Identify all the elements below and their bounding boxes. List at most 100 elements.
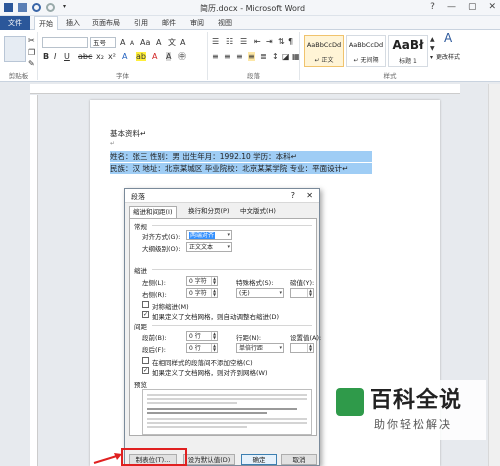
tab-asian-typography[interactable]: 中文版式(H) <box>237 206 279 218</box>
special-indent-select[interactable]: (无) ▾ <box>236 288 284 298</box>
tab-view[interactable]: 视图 <box>214 16 236 30</box>
tab-references[interactable]: 引用 <box>130 16 152 30</box>
mirror-indents-checkbox[interactable] <box>142 301 149 308</box>
line-spacing-select[interactable]: 单倍行距 ▾ <box>236 343 284 353</box>
clear-format-icon[interactable]: A <box>156 38 161 47</box>
font-name-box[interactable] <box>42 37 88 48</box>
highlight-icon[interactable]: ab <box>136 52 146 61</box>
align-center-icon[interactable]: ≡ <box>224 52 231 61</box>
tab-mailings[interactable]: 邮件 <box>158 16 180 30</box>
vertical-scrollbar[interactable] <box>488 84 500 466</box>
change-styles-label[interactable]: 更改样式 <box>436 52 460 61</box>
borders-icon[interactable]: ▦ <box>292 52 300 61</box>
copy-icon[interactable]: ❐ <box>28 48 35 57</box>
space-after-input[interactable]: 0 行 ▲ ▼ <box>186 343 218 353</box>
undo-icon[interactable] <box>32 3 41 12</box>
vertical-ruler[interactable] <box>30 95 38 466</box>
phonetic-guide-icon[interactable]: 文 <box>168 38 176 47</box>
char-shading-icon[interactable]: A <box>166 52 172 61</box>
left-indent-input[interactable]: 0 字符 ▲ ▼ <box>186 276 218 286</box>
style-normal[interactable]: AaBbCcDd ↵ 正文 <box>304 35 344 67</box>
text-effects-icon[interactable]: A <box>122 52 127 61</box>
shading-icon[interactable]: ◪ <box>282 52 290 61</box>
line-spacing-at-spinner[interactable]: ▲ ▼ <box>307 344 313 352</box>
numbering-icon[interactable]: ☷ <box>226 37 233 46</box>
dialog-help-button[interactable]: ? <box>291 191 295 200</box>
style-no-spacing[interactable]: AaBbCcDd ↵ 无间隔 <box>346 35 386 67</box>
align-left-icon[interactable]: ≡ <box>212 52 219 61</box>
style-heading-1[interactable]: AaBł 标题 1 <box>388 35 428 67</box>
subscript-icon[interactable]: x₂ <box>96 52 104 61</box>
decrease-indent-icon[interactable]: ⇤ <box>254 37 261 46</box>
horizontal-ruler[interactable] <box>30 84 460 94</box>
redo-icon[interactable] <box>46 3 55 12</box>
underline-icon[interactable]: U <box>64 52 70 61</box>
auto-adjust-indent-checkbox[interactable]: ✓ <box>142 311 149 318</box>
strikethrough-icon[interactable]: abc <box>78 52 92 61</box>
dialog-close-button[interactable]: ✕ <box>306 191 313 200</box>
customize-qat-icon[interactable]: ▾ <box>60 3 69 12</box>
space-after-spinner[interactable]: ▲ ▼ <box>211 344 217 352</box>
mirror-indents-label: 对称缩进(M) <box>152 303 189 311</box>
chevron-down-icon: ▾ <box>279 290 282 296</box>
space-before-spinner[interactable]: ▲ ▼ <box>211 332 217 340</box>
superscript-icon[interactable]: x² <box>108 52 116 61</box>
shrink-font-icon[interactable]: A <box>130 39 134 48</box>
right-indent-spinner[interactable]: ▲ ▼ <box>211 289 217 297</box>
close-button[interactable]: ✕ <box>488 2 496 12</box>
paste-icon[interactable] <box>4 36 26 62</box>
doc-heading[interactable]: 基本资料↵ <box>110 128 146 139</box>
minimize-button[interactable]: — <box>447 2 456 12</box>
increase-indent-icon[interactable]: ⇥ <box>266 37 273 46</box>
tabs-button-highlight <box>121 448 187 466</box>
help-button[interactable]: ? <box>430 2 435 12</box>
save-icon[interactable] <box>18 3 27 12</box>
paragraph-group: ☰ ☷ ☰ ⇤ ⇥ ⇅ ¶ ≡ ≡ ≡ ≡ ≣ ↕ ◪ ▦ 段落 <box>208 32 300 80</box>
ribbon: ✂ ❐ ✎ 剪贴板 五号 A A Aa A 文 A B I U abc x₂ x… <box>0 30 500 82</box>
styles-scroll-icon[interactable]: ▲ ▼ ▾ <box>430 35 435 62</box>
cut-icon[interactable]: ✂ <box>28 36 35 45</box>
ok-button[interactable]: 确定 <box>241 454 277 465</box>
restore-button[interactable]: ▢ <box>468 2 477 12</box>
space-before-input[interactable]: 0 行 ▲ ▼ <box>186 331 218 341</box>
font-color-icon[interactable]: A <box>152 52 157 61</box>
change-case-icon[interactable]: Aa <box>140 38 150 47</box>
bullets-icon[interactable]: ☰ <box>212 37 219 46</box>
line-spacing-at-input[interactable]: ▲ ▼ <box>290 343 314 353</box>
doc-line-ethnicity[interactable]: 民族：汉 地址：北京某城区 毕业院校：北京某某学院 专业：平面设计↵ <box>110 163 372 174</box>
cancel-button[interactable]: 取消 <box>281 454 317 465</box>
preview-line <box>147 408 297 410</box>
tab-home[interactable]: 开始 <box>34 16 58 31</box>
sort-icon[interactable]: ⇅ <box>278 37 285 46</box>
tab-page-layout[interactable]: 页面布局 <box>88 16 124 30</box>
show-marks-icon[interactable]: ¶ <box>288 37 293 46</box>
bold-icon[interactable]: B <box>43 52 49 61</box>
set-default-button[interactable]: 设为默认值(D) <box>183 454 235 465</box>
tab-insert[interactable]: 插入 <box>62 16 84 30</box>
no-space-same-style-checkbox[interactable] <box>142 357 149 364</box>
right-indent-input[interactable]: 0 字符 ▲ ▼ <box>186 288 218 298</box>
enclose-char-icon[interactable]: ㊥ <box>178 52 186 61</box>
italic-icon[interactable]: I <box>54 52 56 61</box>
justify-icon[interactable]: ≡ <box>248 52 255 61</box>
align-right-icon[interactable]: ≡ <box>236 52 243 61</box>
change-styles-icon[interactable]: A <box>444 32 452 44</box>
alignment-select[interactable]: 两端对齐 ▾ <box>186 230 232 240</box>
left-indent-spinner[interactable]: ▲ ▼ <box>211 277 217 285</box>
tab-file[interactable]: 文件 <box>0 16 30 30</box>
grow-font-icon[interactable]: A <box>120 38 125 47</box>
tab-line-page-breaks[interactable]: 换行和分页(P) <box>185 206 233 218</box>
font-size-box[interactable]: 五号 <box>90 37 116 48</box>
multilevel-list-icon[interactable]: ☰ <box>240 37 247 46</box>
char-border-icon[interactable]: A <box>180 38 185 47</box>
tab-review[interactable]: 审阅 <box>186 16 208 30</box>
format-painter-icon[interactable]: ✎ <box>28 59 35 68</box>
indent-by-spinner[interactable]: ▲ ▼ <box>307 289 313 297</box>
line-spacing-icon[interactable]: ↕ <box>272 52 279 61</box>
doc-blank-line[interactable]: ↵ <box>110 140 115 147</box>
outline-level-select[interactable]: 正文文本 ▾ <box>186 242 232 252</box>
distributed-icon[interactable]: ≣ <box>260 52 267 61</box>
snap-to-grid-checkbox[interactable]: ✓ <box>142 367 149 374</box>
indent-by-input[interactable]: ▲ ▼ <box>290 288 314 298</box>
doc-line-name[interactable]: 姓名：张三 性别：男 出生年月：1992.10 学历：本科↵ <box>110 151 372 162</box>
